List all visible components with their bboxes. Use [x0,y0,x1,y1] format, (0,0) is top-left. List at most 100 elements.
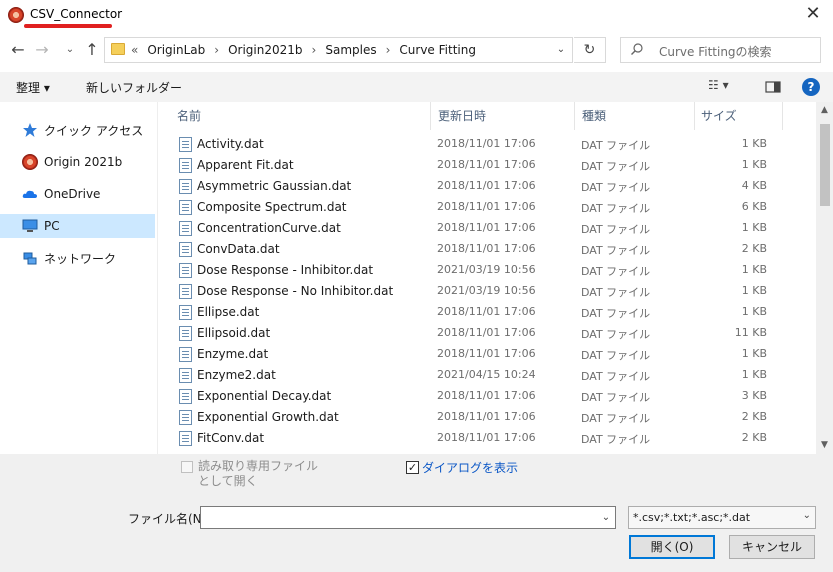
show-dialog-label[interactable]: ダイアログを表示 [422,459,518,476]
breadcrumb-separator[interactable]: › [214,43,219,57]
app-icon [8,7,24,23]
file-modified-date: 2018/11/01 17:06 [437,137,536,150]
dat-file-icon [179,305,192,320]
scroll-up-icon[interactable]: ▲ [816,102,833,119]
file-size: 1 KB [741,347,767,360]
breadcrumb-item[interactable]: Samples [325,43,376,57]
file-size: 3 KB [741,389,767,402]
filename-history-dropdown-icon[interactable]: ⌄ [598,508,614,527]
file-type: DAT ファイル [581,307,651,320]
file-name: Enzyme2.dat [197,368,276,382]
file-row[interactable]: Enzyme.dat 2018/11/01 17:06 DAT ファイル 1 KB [158,344,816,365]
file-row[interactable]: Exponential Decay.dat 2018/11/01 17:06 DAT… [158,386,816,407]
file-size: 6 KB [741,200,767,213]
column-header-name[interactable]: 名前 [177,107,201,124]
file-row[interactable]: FitConv.dat 2018/11/01 17:06 DAT ファイル 2 KB [158,428,816,449]
view-options-button[interactable]: ☷ ▾ [708,78,748,96]
filetype-select[interactable]: *.csv;*.txt;*.asc;*.dat ⌄ [628,506,816,529]
up-arrow-icon[interactable]: ↑ [82,40,102,60]
close-button[interactable]: ✕ [800,4,826,26]
file-row[interactable]: Asymmetric Gaussian.dat 2018/11/01 17:06 D… [158,176,816,197]
dat-file-icon [179,221,192,236]
file-modified-date: 2018/11/01 17:06 [437,242,536,255]
sidebar-item-onedrive[interactable]: OneDrive [0,182,155,206]
file-modified-date: 2021/04/15 10:24 [437,368,536,381]
breadcrumb: « OriginLab › Origin2021b › Samples › Cu… [131,43,476,57]
scroll-down-icon[interactable]: ▼ [816,437,833,454]
sidebar-item-label: ネットワーク [44,251,117,266]
search-input[interactable]: Curve Fittingの検索 [620,37,821,63]
file-row[interactable]: Dose Response - Inhibitor.dat 2021/03/19 … [158,260,816,281]
new-folder-button[interactable]: 新しいフォルダー [86,79,182,96]
file-row[interactable]: Dose Response - No Inhibitor.dat 2021/03/… [158,281,816,302]
show-dialog-checkbox[interactable]: ✓ [406,461,419,474]
file-row[interactable]: ConvData.dat 2018/11/01 17:06 DAT ファイル 2 KB [158,239,816,260]
dat-file-icon [179,326,192,341]
column-header-type[interactable]: 種類 [582,107,606,124]
sidebar-item-pc[interactable]: PC [0,214,155,238]
breadcrumb-overflow[interactable]: « [131,43,138,57]
column-divider[interactable] [430,102,431,130]
file-list: ^ 名前 更新日時 種類 サイズ Activity.dat 2018/11/01 … [158,102,816,454]
file-row[interactable]: Ellipsoid.dat 2018/11/01 17:06 DAT ファイル 11 … [158,323,816,344]
organize-button[interactable]: 整理 ▾ [16,79,50,96]
breadcrumb-separator[interactable]: › [386,43,391,57]
filename-field[interactable] [200,506,616,529]
file-name: Composite Spectrum.dat [197,200,347,214]
sidebar-item-origin[interactable]: Origin 2021b [0,150,155,174]
file-modified-date: 2018/11/01 17:06 [437,158,536,171]
file-name: Exponential Decay.dat [197,389,332,403]
address-bar[interactable]: « OriginLab › Origin2021b › Samples › Cu… [104,37,573,63]
file-type: DAT ファイル [581,433,651,446]
file-row[interactable]: Composite Spectrum.dat 2018/11/01 17:06 DA… [158,197,816,218]
file-size: 1 KB [741,305,767,318]
file-name: ConcentrationCurve.dat [197,221,341,235]
file-row[interactable]: Enzyme2.dat 2021/04/15 10:24 DAT ファイル 1 KB [158,365,816,386]
column-header-size[interactable]: サイズ [701,107,737,124]
back-arrow-icon[interactable]: ← [8,40,28,60]
breadcrumb-separator[interactable]: › [312,43,317,57]
search-icon [631,43,643,55]
recent-locations-icon[interactable]: ⌄ [60,40,80,60]
sidebar-item-network[interactable]: ネットワーク [0,246,155,270]
file-modified-date: 2018/11/01 17:06 [437,326,536,339]
column-divider[interactable] [574,102,575,130]
dat-file-icon [179,347,192,362]
vertical-scrollbar[interactable]: ▲ ▼ [816,102,833,454]
address-dropdown-icon[interactable]: ⌄ [552,40,570,60]
sidebar-item-quick-access[interactable]: クイック アクセス [0,118,155,142]
file-modified-date: 2018/11/01 17:06 [437,410,536,423]
file-row[interactable]: ConcentrationCurve.dat 2018/11/01 17:06 DA… [158,218,816,239]
refresh-button[interactable]: ↻ [574,37,606,63]
file-name: Ellipse.dat [197,305,260,319]
breadcrumb-item[interactable]: OriginLab [147,43,205,57]
computer-icon [22,219,38,232]
file-size: 1 KB [741,221,767,234]
file-row[interactable]: Apparent Fit.dat 2018/11/01 17:06 DAT ファイル… [158,155,816,176]
file-row[interactable]: Exponential Growth.dat 2018/11/01 17:06 DA… [158,407,816,428]
filetype-value: *.csv;*.txt;*.asc;*.dat [633,511,751,524]
breadcrumb-item[interactable]: Curve Fitting [399,43,476,57]
file-row[interactable]: Activity.dat 2018/11/01 17:06 DAT ファイル 1 KB [158,134,816,155]
readonly-checkbox[interactable] [181,461,193,473]
filename-label: ファイル名(N): [128,512,211,526]
file-type: DAT ファイル [581,202,651,215]
file-type: DAT ファイル [581,349,651,362]
help-icon[interactable]: ? [802,78,820,96]
cancel-button[interactable]: キャンセル [729,535,815,559]
file-row[interactable]: Ellipse.dat 2018/11/01 17:06 DAT ファイル 1 KB [158,302,816,323]
forward-arrow-icon[interactable]: → [32,40,52,60]
file-name: Exponential Growth.dat [197,410,339,424]
open-button[interactable]: 開く(O) [629,535,715,559]
scrollbar-thumb[interactable] [820,124,830,206]
column-divider[interactable] [782,102,783,130]
file-type: DAT ファイル [581,139,651,152]
navigation-pane: クイック アクセス Origin 2021b OneDrive PC ネットワー… [0,102,158,454]
column-header-date[interactable]: 更新日時 [438,107,486,124]
breadcrumb-item[interactable]: Origin2021b [228,43,302,57]
preview-pane-icon[interactable] [764,78,782,96]
file-name: FitConv.dat [197,431,265,445]
file-size: 4 KB [741,179,767,192]
file-size: 1 KB [741,368,767,381]
column-divider[interactable] [694,102,695,130]
